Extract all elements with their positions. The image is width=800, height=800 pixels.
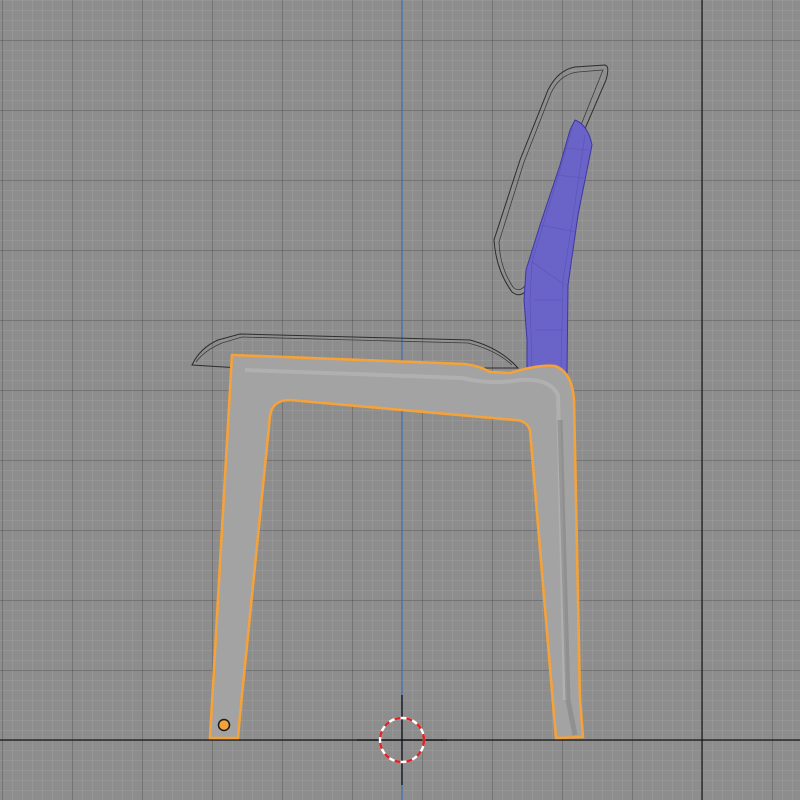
orange-dot-icon[interactable]	[217, 718, 231, 732]
scene-canvas[interactable]	[0, 0, 800, 800]
3d-cursor-icon[interactable]	[357, 695, 447, 785]
chair-frame-object[interactable]	[208, 353, 585, 740]
3d-viewport[interactable]	[0, 0, 800, 800]
back-support-object[interactable]	[523, 119, 593, 376]
